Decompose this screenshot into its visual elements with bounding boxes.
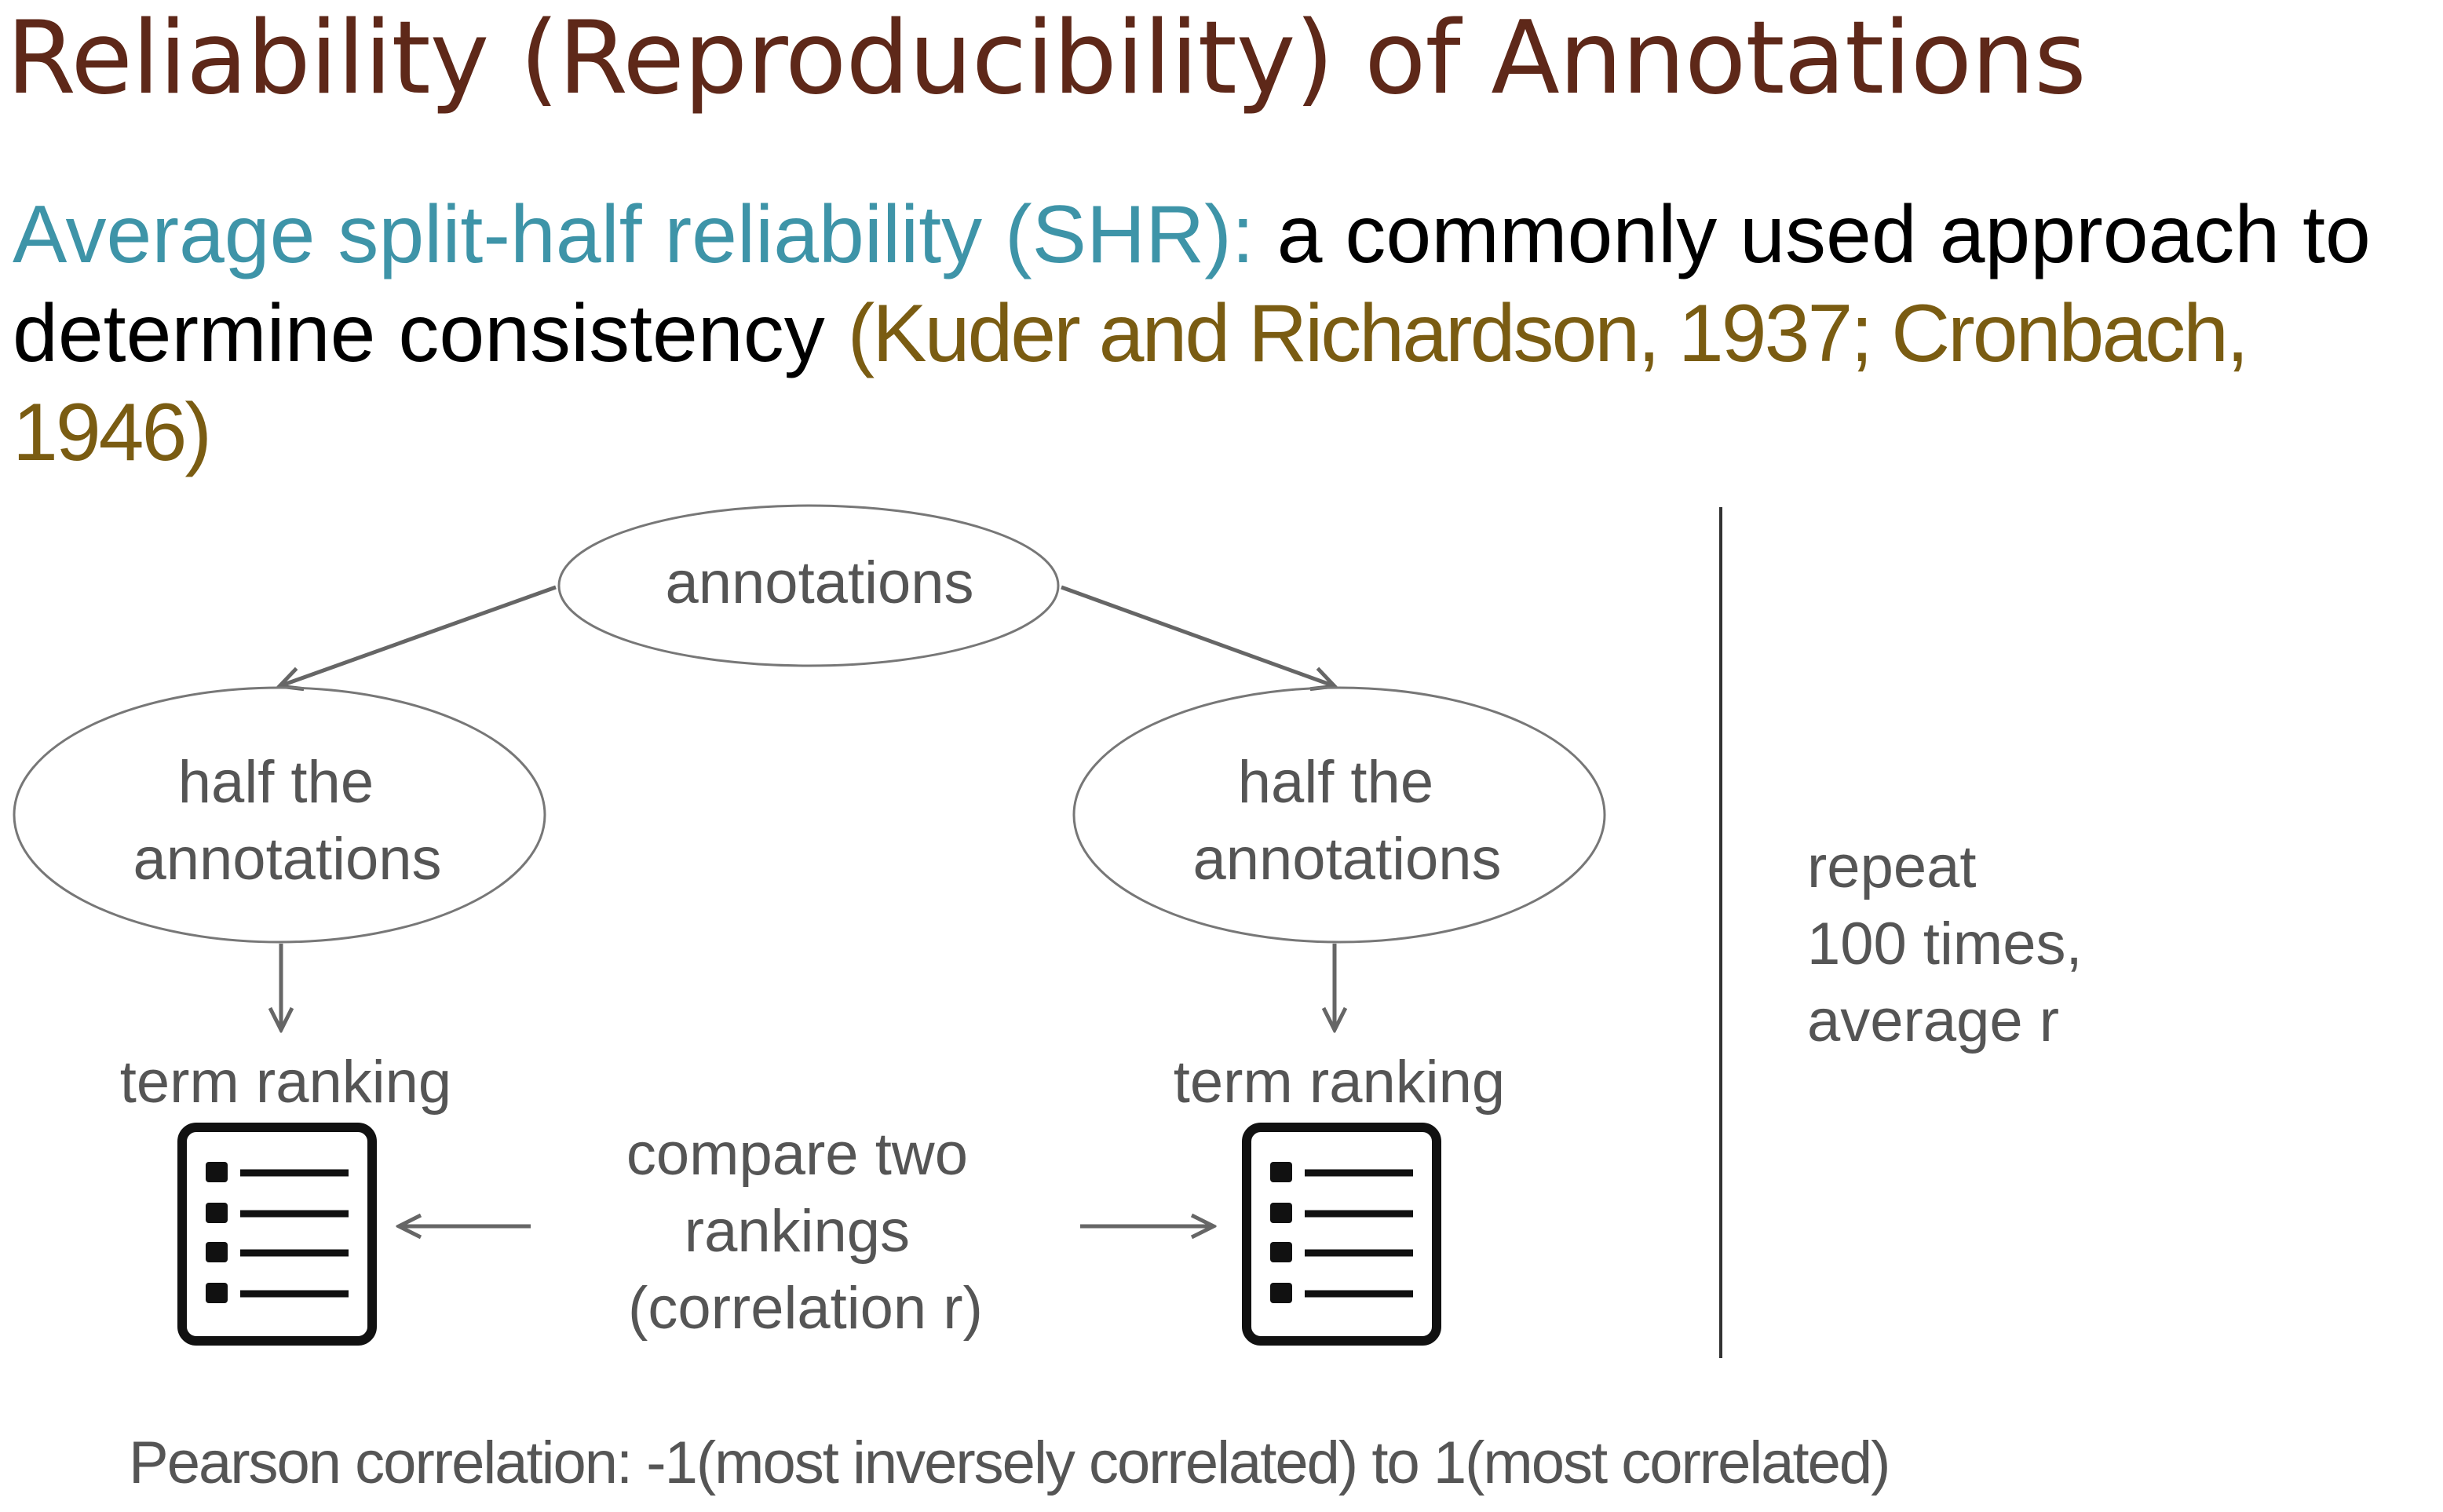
split-arrow-left (279, 585, 557, 686)
split-half-diagram: annotations half the annotations half th… (13, 504, 2099, 1358)
repeat-line2: 100 times, (1807, 911, 2083, 977)
list-document-icon (177, 1123, 377, 1346)
right-half-line1: half the (1238, 749, 1433, 816)
compare-line1: compare two (626, 1121, 968, 1188)
right-half-line2: annotations (1193, 826, 1502, 893)
left-ranking-label: term ranking (120, 1049, 451, 1116)
compare-line2: rankings (685, 1198, 910, 1265)
compare-label: compare two rankings (correlation r) (626, 1121, 984, 1342)
left-half-label: half the annotations (133, 749, 442, 893)
left-half-line2: annotations (133, 826, 442, 893)
repeat-line3: average r (1807, 988, 2059, 1054)
right-half-label: half the annotations (1193, 749, 1502, 893)
compare-line3: (correlation r) (628, 1275, 983, 1342)
repeat-line1: repeat (1807, 834, 1977, 900)
split-arrow-right (1061, 585, 1335, 686)
root-node-label: annotations (666, 550, 974, 616)
right-ranking-label: term ranking (1174, 1049, 1505, 1116)
list-document-icon (1242, 1123, 1441, 1346)
pearson-footnote: Pearson correlation: -1(most inversely c… (129, 1430, 1890, 1496)
repeat-label: repeat 100 times, average r (1807, 834, 2099, 1054)
left-half-line1: half the (178, 749, 374, 816)
